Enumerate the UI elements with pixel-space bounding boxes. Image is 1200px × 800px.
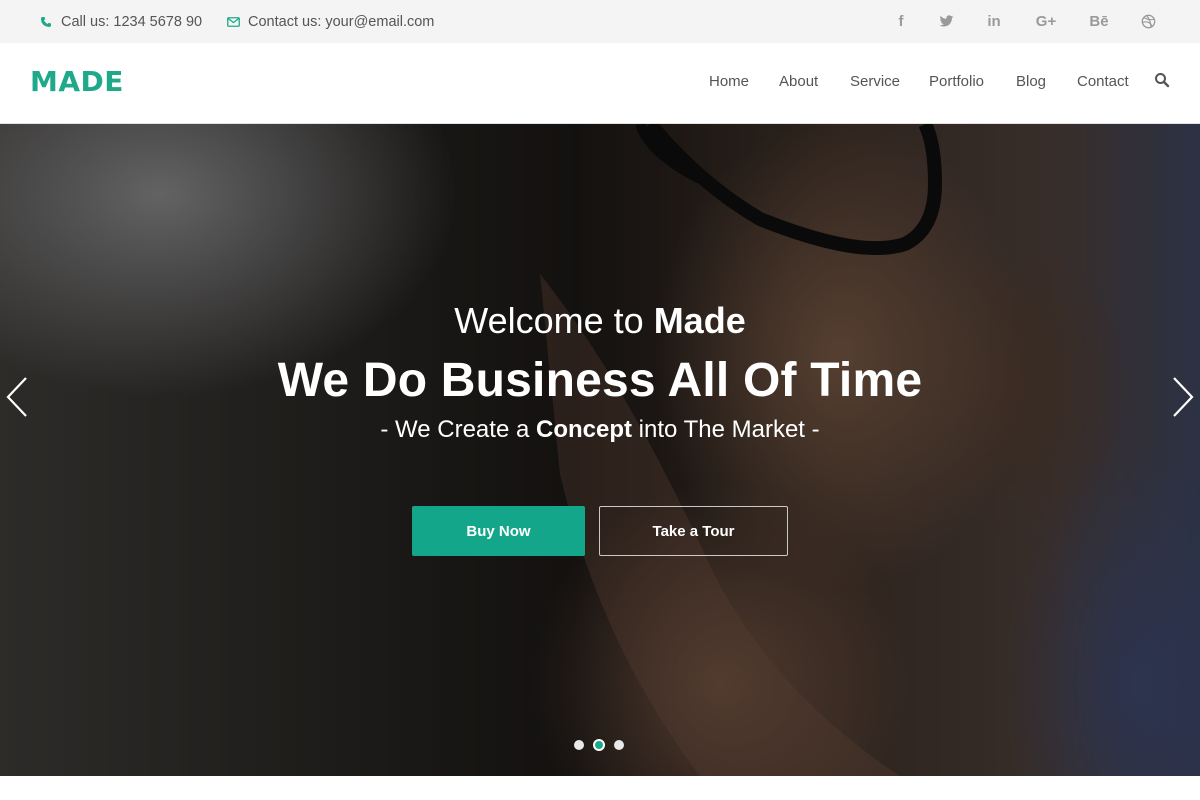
- linkedin-icon[interactable]: in: [982, 0, 1006, 43]
- nav-service[interactable]: Service: [850, 73, 900, 90]
- hero-subtitle: - We Create a Concept into The Market -: [0, 416, 1200, 444]
- dribbble-icon[interactable]: [1136, 0, 1160, 43]
- top-bar: Call us: 1234 5678 90 Contact us: your@e…: [0, 0, 1200, 43]
- phone-label: Call us: 1234 5678 90: [61, 13, 203, 30]
- hero-welcome: Welcome to Made: [0, 300, 1200, 342]
- facebook-icon[interactable]: f: [889, 0, 913, 43]
- logo[interactable]: MADE: [30, 65, 124, 98]
- search-icon[interactable]: [1154, 72, 1172, 90]
- nav-contact[interactable]: Contact: [1077, 73, 1129, 90]
- welcome-prefix: Welcome to: [454, 300, 654, 341]
- hero-slider: Welcome to Made We Do Business All Of Ti…: [0, 124, 1200, 776]
- buy-now-button[interactable]: Buy Now: [412, 506, 585, 556]
- slider-dots: [574, 740, 624, 750]
- site-header: MADE Home About Service Portfolio Blog C…: [0, 43, 1200, 124]
- slide-dot-2[interactable]: [595, 741, 603, 749]
- email-label: Contact us: your@email.com: [248, 13, 435, 30]
- behance-icon[interactable]: Bē: [1086, 0, 1112, 43]
- hero-title: We Do Business All Of Time: [277, 354, 923, 407]
- phone-contact[interactable]: Call us: 1234 5678 90: [39, 0, 202, 43]
- slide-dot-1[interactable]: [574, 740, 584, 750]
- envelope-icon: [226, 15, 240, 29]
- prev-slide-arrow-icon[interactable]: [2, 374, 32, 420]
- subtitle-bold: Concept: [535, 416, 632, 443]
- nav-home[interactable]: Home: [709, 73, 749, 90]
- nav-portfolio[interactable]: Portfolio: [929, 73, 984, 90]
- phone-icon: [39, 15, 53, 29]
- email-contact[interactable]: Contact us: your@email.com: [226, 0, 434, 43]
- next-slide-arrow-icon[interactable]: [1168, 374, 1198, 420]
- hero-overlay: [0, 124, 1200, 776]
- welcome-brand: Made: [653, 300, 746, 341]
- slide-dot-3[interactable]: [614, 740, 624, 750]
- take-tour-button[interactable]: Take a Tour: [599, 506, 788, 556]
- google-plus-icon[interactable]: G+: [1033, 0, 1059, 43]
- subtitle-suffix: into The Market -: [631, 416, 820, 443]
- subtitle-prefix: - We Create a: [380, 416, 536, 443]
- nav-about[interactable]: About: [779, 73, 818, 90]
- twitter-icon[interactable]: [934, 0, 958, 43]
- nav-blog[interactable]: Blog: [1016, 73, 1046, 90]
